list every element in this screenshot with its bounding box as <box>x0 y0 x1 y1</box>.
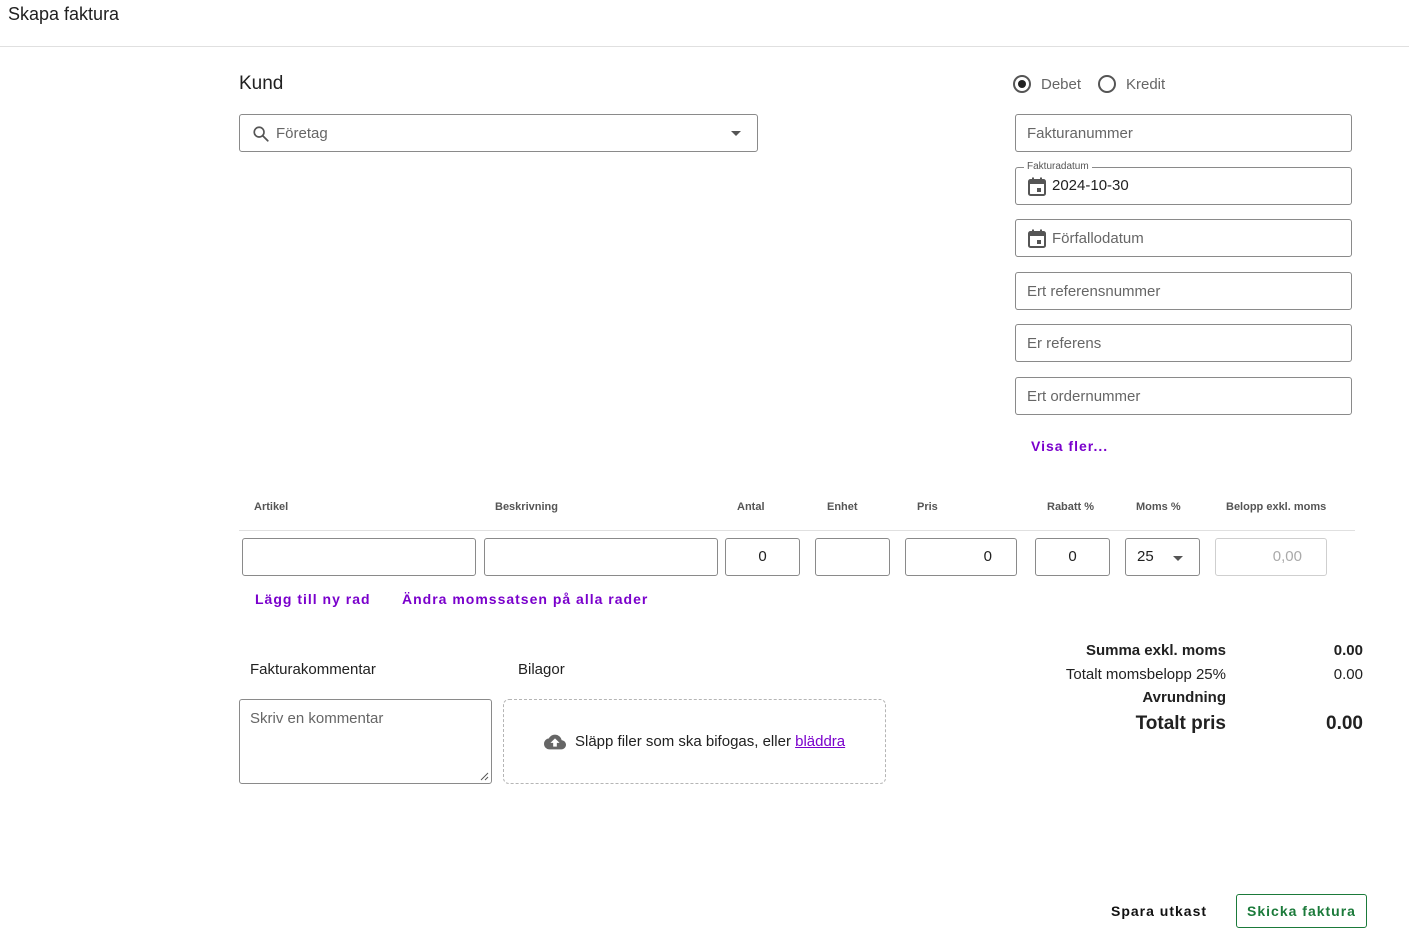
discount-value: 0 <box>1068 548 1077 565</box>
cloud-upload-icon <box>544 734 566 750</box>
page-header: Skapa faktura <box>0 0 1409 47</box>
vat-select[interactable]: 25 <box>1125 538 1200 576</box>
sum-excl-value: 0.00 <box>1333 642 1363 659</box>
resize-handle-icon[interactable] <box>479 771 489 781</box>
our-reference-field[interactable]: Er referens <box>1015 324 1352 362</box>
invoice-date-value: 2024-10-30 <box>1052 177 1129 194</box>
amount-value: 0,00 <box>1272 548 1302 565</box>
order-number-field[interactable]: Ert ordernummer <box>1015 377 1352 415</box>
quantity-value: 0 <box>758 548 767 565</box>
col-header-article: Artikel <box>254 501 289 513</box>
radio-debet-indicator <box>1013 75 1031 93</box>
attachments-title: Bilagor <box>518 661 565 678</box>
rounding-label: Avrundning <box>1142 689 1226 706</box>
attachment-dropzone[interactable]: Släpp filer som ska bifogas, eller blädd… <box>503 699 886 784</box>
page-title: Skapa faktura <box>8 4 120 24</box>
radio-kredit-label: Kredit <box>1126 75 1166 93</box>
invoice-number-field[interactable]: Fakturanummer <box>1015 114 1352 152</box>
price-value: 0 <box>983 548 992 565</box>
invoice-date-label: Fakturadatum <box>1024 161 1092 172</box>
comment-placeholder: Skriv en kommentar <box>250 710 384 727</box>
customer-section-title: Kund <box>239 73 284 94</box>
due-date-field[interactable]: Förfallodatum <box>1015 219 1352 257</box>
show-more-link[interactable]: Visa fler... <box>1031 438 1108 454</box>
your-reference-number-field[interactable]: Ert referensnummer <box>1015 272 1352 310</box>
calendar-icon <box>1028 229 1046 248</box>
due-date-placeholder: Förfallodatum <box>1052 230 1144 247</box>
total-label: Totalt pris <box>1135 713 1226 734</box>
table-header-divider <box>239 530 1355 531</box>
description-input[interactable] <box>484 538 718 576</box>
sum-excl-label: Summa exkl. moms <box>1085 642 1226 659</box>
comment-title: Fakturakommentar <box>250 661 376 678</box>
col-header-vat: Moms % <box>1136 501 1181 513</box>
col-header-unit: Enhet <box>827 501 858 513</box>
calendar-icon <box>1028 177 1046 196</box>
col-header-discount: Rabatt % <box>1047 501 1095 513</box>
search-icon <box>253 126 269 142</box>
save-draft-button[interactable]: Spara utkast <box>1111 903 1207 919</box>
col-header-amount: Belopp exkl. moms <box>1226 501 1327 513</box>
invoice-date-field[interactable]: Fakturadatum 2024-10-30 <box>1015 161 1352 205</box>
send-invoice-button[interactable]: Skicka faktura <box>1236 894 1367 928</box>
unit-input[interactable] <box>815 538 890 576</box>
radio-debet[interactable]: Debet <box>1013 75 1081 93</box>
radio-kredit-indicator <box>1098 75 1116 93</box>
col-header-quantity: Antal <box>737 501 765 513</box>
amount-field: 0,00 <box>1215 538 1327 576</box>
vat-total-value: 0.00 <box>1333 666 1363 683</box>
price-input[interactable]: 0 <box>905 538 1017 576</box>
vat-total-label: Totalt momsbelopp 25% <box>1065 666 1226 683</box>
article-input[interactable] <box>242 538 476 576</box>
company-select[interactable]: Företag <box>239 114 758 152</box>
order-number-placeholder: Ert ordernummer <box>1027 388 1141 405</box>
col-header-price: Pris <box>917 501 938 513</box>
our-reference-placeholder: Er referens <box>1027 335 1102 352</box>
col-header-description: Beskrivning <box>495 501 558 513</box>
dropzone-instruction: Släpp filer som ska bifogas, eller <box>575 733 796 750</box>
total-value: 0.00 <box>1326 713 1363 734</box>
browse-link[interactable]: bläddra <box>795 733 845 750</box>
radio-debet-label: Debet <box>1041 75 1082 93</box>
company-placeholder: Företag <box>276 125 328 142</box>
change-vat-link[interactable]: Ändra momssatsen på alla rader <box>402 591 648 607</box>
quantity-input[interactable]: 0 <box>725 538 800 576</box>
chevron-down-icon <box>731 131 741 136</box>
dropzone-text: Släpp filer som ska bifogas, eller blädd… <box>575 733 845 750</box>
invoice-number-placeholder: Fakturanummer <box>1027 125 1133 142</box>
your-reference-number-placeholder: Ert referensnummer <box>1027 283 1161 300</box>
comment-textarea[interactable]: Skriv en kommentar <box>239 699 492 784</box>
chevron-down-icon <box>1173 556 1183 561</box>
discount-input[interactable]: 0 <box>1035 538 1110 576</box>
radio-kredit[interactable]: Kredit <box>1098 75 1165 93</box>
add-row-link[interactable]: Lägg till ny rad <box>255 591 371 607</box>
vat-value: 25 <box>1137 548 1154 565</box>
